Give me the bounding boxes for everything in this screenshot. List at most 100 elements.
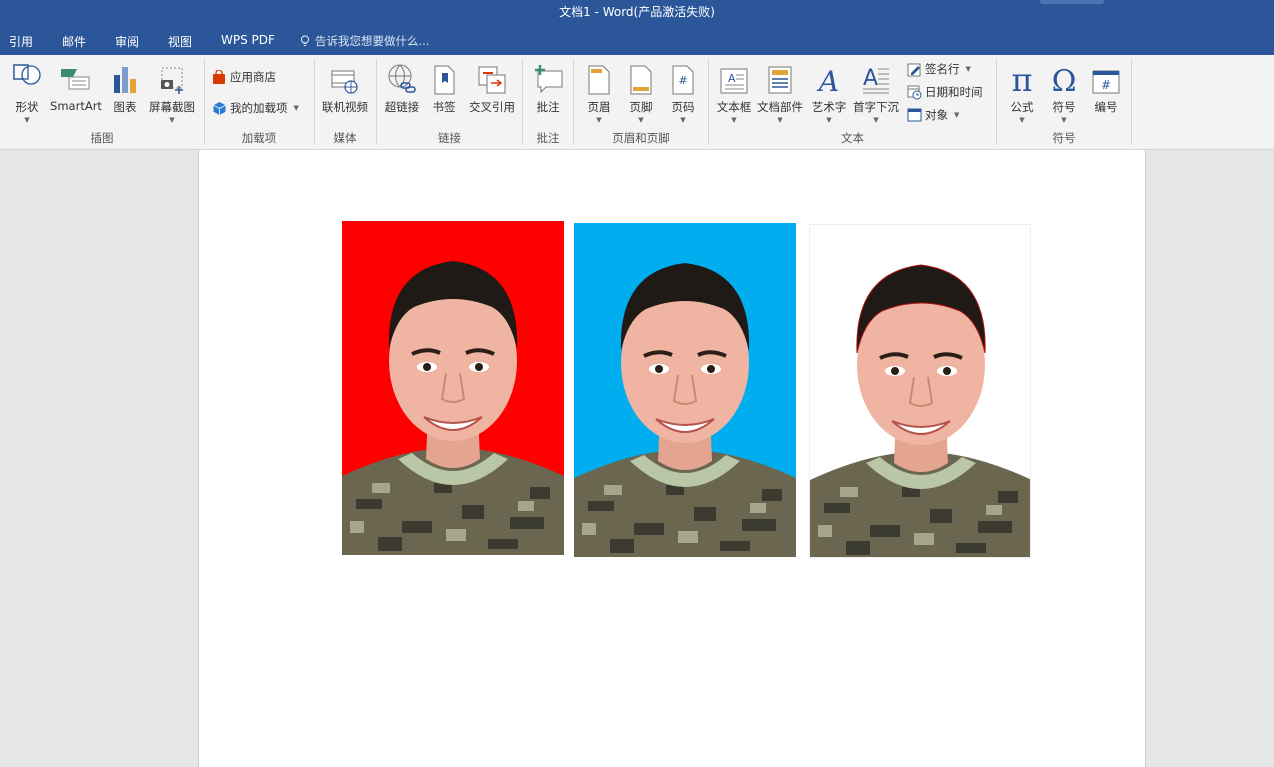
portrait-image [342, 221, 564, 555]
chart-button[interactable]: 图表 [110, 61, 140, 115]
title-bar: 文档1 - Word(产品激活失败) [0, 0, 1274, 25]
comment-label: 批注 [536, 100, 560, 114]
quick-parts-label: 文档部件 [757, 100, 803, 114]
smartart-label: SmartArt [50, 99, 102, 113]
header-button[interactable]: 页眉 ▼ [582, 61, 616, 124]
svg-text:Ω: Ω [1052, 65, 1077, 95]
date-time-button[interactable]: 日期和时间 [906, 84, 983, 100]
tab-mailings[interactable]: 邮件 [62, 33, 86, 50]
svg-text:A: A [728, 72, 736, 85]
number-hash-icon: # [1092, 70, 1120, 94]
tab-review[interactable]: 审阅 [115, 33, 139, 50]
my-addins-label: 我的加载项 [230, 101, 288, 115]
text-box-button[interactable]: A 文本框 ▼ [715, 61, 753, 124]
cross-reference-icon [478, 66, 506, 94]
bookmark-button[interactable]: 书签 [429, 61, 459, 115]
svg-text:A: A [816, 65, 839, 95]
group-illustrations: 形状 ▼ SmartArt 图表 屏幕截图 ▼ 插图 [0, 55, 204, 150]
ribbon: 形状 ▼ SmartArt 图表 屏幕截图 ▼ 插图 应用商店 我的加载项 ▼ 加载项… [0, 55, 1274, 150]
number-label: 编号 [1094, 100, 1118, 114]
hyperlink-button[interactable]: 超链接 [383, 61, 421, 115]
window-title: 文档1 - Word(产品激活失败) [559, 5, 715, 19]
svg-text:π: π [1011, 65, 1032, 95]
screenshot-button[interactable]: 屏幕截图 ▼ [147, 61, 197, 124]
signature-line-button[interactable]: 签名行 ▼ [906, 61, 971, 77]
drop-cap-icon: A [863, 66, 889, 94]
equation-label: 公式 [1010, 100, 1034, 114]
shapes-label: 形状 [15, 100, 39, 114]
id-photo-blue-background[interactable] [574, 223, 796, 557]
svg-text:#: # [1101, 78, 1111, 92]
group-addins: 应用商店 我的加载项 ▼ 加载项 [205, 55, 313, 150]
object-button[interactable]: 对象 ▼ [906, 107, 959, 123]
screenshot-icon [161, 67, 183, 94]
header-label: 页眉 [587, 100, 611, 114]
online-video-button[interactable]: 联机视频 [320, 61, 370, 115]
drop-cap-button[interactable]: A 首字下沉 ▼ [851, 61, 901, 124]
id-photo-white-background[interactable] [809, 224, 1031, 558]
online-video-icon [331, 70, 358, 94]
group-media: 联机视频 媒体 [315, 55, 375, 150]
footer-label: 页脚 [629, 100, 653, 114]
page-number-button[interactable]: # 页码 ▼ [666, 61, 700, 124]
chart-label: 图表 [113, 100, 137, 114]
cross-reference-label: 交叉引用 [469, 100, 515, 114]
ribbon-tabs: 引用 邮件 审阅 视图 WPS PDF 告诉我您想要做什么... [0, 25, 1274, 55]
bookmark-icon [434, 65, 455, 95]
group-text-label: 文本 [841, 131, 864, 145]
omega-icon: Ω [1052, 65, 1077, 95]
group-symbols-label: 符号 [1052, 131, 1076, 145]
store-button[interactable]: 应用商店 [211, 69, 276, 85]
group-header-footer: 页眉 ▼ 页脚 ▼ # 页码 ▼ 页眉和页脚 [574, 55, 708, 150]
svg-text:#: # [678, 74, 687, 87]
group-addins-label: 加载项 [241, 131, 277, 145]
online-video-label: 联机视频 [322, 100, 368, 114]
tab-wps-pdf[interactable]: WPS PDF [221, 33, 275, 47]
quick-parts-button[interactable]: 文档部件 ▼ [757, 61, 803, 124]
group-symbols: π 公式 ▼ Ω 符号 ▼ # 编号 符号 [997, 55, 1131, 150]
group-comments-label: 批注 [536, 131, 560, 145]
equation-button[interactable]: π 公式 ▼ [1003, 61, 1041, 124]
page-number-label: 页码 [671, 100, 695, 114]
bookmark-label: 书签 [432, 100, 456, 114]
wordart-button[interactable]: A 艺术字 ▼ [809, 61, 849, 124]
wordart-label: 艺术字 [811, 100, 847, 114]
cross-reference-button[interactable]: 交叉引用 [466, 61, 518, 115]
wordart-icon: A [816, 65, 839, 95]
drop-cap-label: 首字下沉 [853, 100, 899, 114]
signature-line-label: 签名行 [925, 62, 960, 76]
tell-me-text: 告诉我您想要做什么... [315, 34, 430, 48]
id-photo-red-background[interactable] [342, 221, 564, 555]
symbol-button[interactable]: Ω 符号 ▼ [1045, 61, 1083, 124]
footer-button[interactable]: 页脚 ▼ [624, 61, 658, 124]
portrait-image [810, 225, 1030, 557]
bar-chart-icon [114, 67, 136, 93]
new-comment-button[interactable]: 批注 [529, 61, 567, 115]
symbol-label: 符号 [1052, 100, 1076, 114]
group-header-footer-label: 页眉和页脚 [612, 131, 670, 145]
footer-page-icon [630, 65, 652, 95]
my-addins-button[interactable]: 我的加载项 ▼ [211, 100, 299, 116]
tell-me-box[interactable]: 告诉我您想要做什么... [300, 33, 429, 49]
group-text: A 文本框 ▼ 文档部件 ▼ A 艺术字 ▼ A 首字下沉 ▼ 签名行 ▼ 日期和时间 对… [709, 55, 996, 150]
store-label: 应用商店 [230, 70, 276, 84]
lightbulb-icon [300, 35, 310, 47]
smartart-button[interactable]: SmartArt [50, 61, 102, 113]
addins-cube-icon [212, 101, 226, 115]
document-page[interactable] [198, 150, 1146, 767]
tab-references[interactable]: 引用 [9, 33, 33, 50]
quick-parts-icon [768, 66, 792, 94]
store-bag-icon [213, 70, 225, 84]
tab-view[interactable]: 视图 [168, 33, 192, 50]
date-time-label: 日期和时间 [925, 85, 983, 99]
pi-icon: π [1011, 65, 1032, 95]
signature-pen-icon [907, 63, 920, 76]
number-button[interactable]: # 编号 [1087, 61, 1125, 115]
account-area[interactable] [1040, 0, 1104, 4]
shapes-button[interactable]: 形状 ▼ [12, 61, 42, 124]
group-links: 超链接 书签 交叉引用 链接 [377, 55, 522, 150]
text-box-label: 文本框 [716, 100, 752, 114]
group-comments: 批注 批注 [523, 55, 573, 150]
object-window-icon [907, 108, 921, 122]
page-number-icon: # [672, 65, 694, 95]
